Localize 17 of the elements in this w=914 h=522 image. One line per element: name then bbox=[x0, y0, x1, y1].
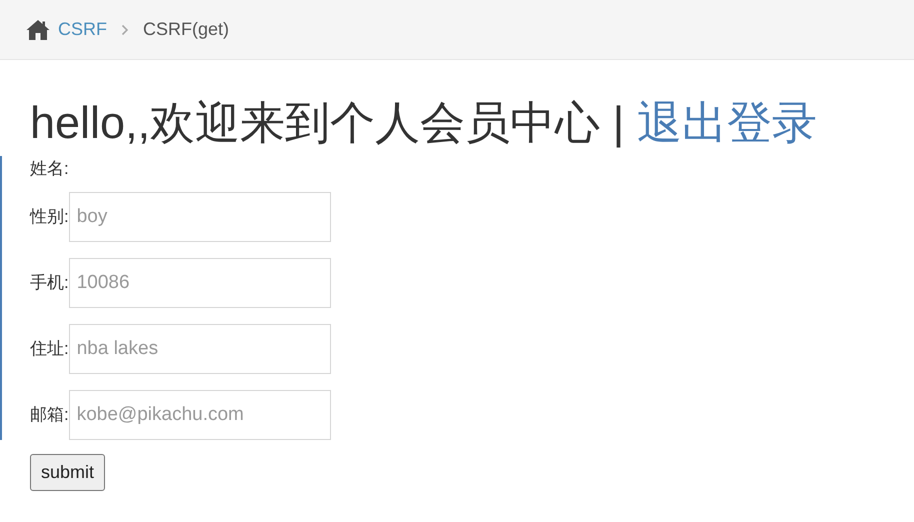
input-field[interactable]: kobe@pikachu.com bbox=[68, 390, 331, 440]
chevron-icon bbox=[121, 24, 129, 36]
submit-button[interactable]: submit bbox=[30, 454, 106, 490]
field-label: 邮箱: bbox=[30, 404, 69, 426]
field-label: 住址: bbox=[30, 338, 69, 360]
input-field[interactable]: nba lakes bbox=[68, 324, 331, 374]
breadcrumb-link[interactable]: CSRF bbox=[58, 16, 107, 43]
field-label: 性别: bbox=[30, 206, 69, 228]
heading-separator: | bbox=[612, 97, 624, 148]
home-icon[interactable] bbox=[26, 18, 50, 40]
input-field[interactable]: boy bbox=[68, 192, 331, 242]
field-label: 手机: bbox=[30, 272, 69, 294]
breadcrumb-current: CSRF(get) bbox=[143, 18, 230, 41]
input-field[interactable]: 10086 bbox=[68, 258, 331, 308]
page-heading: hello,,欢迎来到个人会员中心 bbox=[30, 97, 600, 148]
logout-link[interactable]: 退出登录 bbox=[636, 97, 817, 148]
field-label: 姓名: bbox=[30, 158, 69, 180]
